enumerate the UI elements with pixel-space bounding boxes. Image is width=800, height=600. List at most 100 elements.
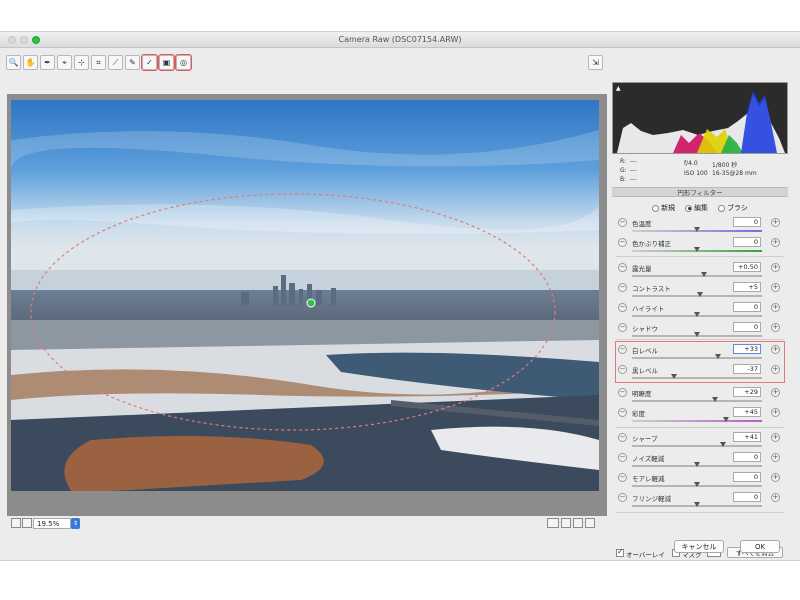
contrast-label: コントラスト xyxy=(632,285,671,293)
zoom-dropdown-icon[interactable]: ⇕ xyxy=(71,518,80,529)
clarity-slider[interactable] xyxy=(632,397,762,402)
sharpness-slider[interactable] xyxy=(632,442,762,447)
saturation-slider[interactable] xyxy=(632,417,762,422)
shadows-slider[interactable] xyxy=(632,332,762,337)
radial-filter-tool-icon[interactable]: ◎ xyxy=(175,54,192,71)
exposure-slider-thumb[interactable] xyxy=(700,272,707,277)
saturation-value-field[interactable]: +45 xyxy=(733,407,761,417)
slider-row-highlights: − ハイライト 0 + xyxy=(612,302,788,322)
increase-shadows-icon[interactable]: + xyxy=(771,323,780,332)
hand-tool-icon[interactable]: ✋ xyxy=(23,55,38,70)
mode-new-radio[interactable]: 新規 xyxy=(652,203,675,213)
mode-edit-radio[interactable]: 編集 xyxy=(685,203,708,213)
decrease-defringe-icon[interactable]: − xyxy=(618,493,627,502)
decrease-temp-icon[interactable]: − xyxy=(618,218,627,227)
increase-contrast-icon[interactable]: + xyxy=(771,283,780,292)
ok-button[interactable]: OK xyxy=(740,540,780,553)
shadows-value-field[interactable]: 0 xyxy=(733,322,761,332)
temp-slider[interactable] xyxy=(632,227,762,232)
increase-sharpness-icon[interactable]: + xyxy=(771,433,780,442)
cancel-button[interactable]: キャンセル xyxy=(674,540,724,553)
graduated-filter-tool-icon[interactable]: ▣ xyxy=(158,54,175,71)
highlights-value-field[interactable]: 0 xyxy=(733,302,761,312)
spot-removal-tool-icon[interactable]: ✎ xyxy=(125,55,140,70)
defringe-value-field[interactable]: 0 xyxy=(733,492,761,502)
highlights-slider[interactable] xyxy=(632,312,762,317)
decrease-highlights-icon[interactable]: − xyxy=(618,303,627,312)
contrast-slider[interactable] xyxy=(632,292,762,297)
copy-settings-icon[interactable] xyxy=(573,518,583,528)
toggle-defaults-icon[interactable] xyxy=(585,518,595,528)
increase-defringe-icon[interactable]: + xyxy=(771,493,780,502)
increase-moire-icon[interactable]: + xyxy=(771,473,780,482)
white-balance-tool-icon[interactable]: ✒ xyxy=(40,55,55,70)
slider-row-temp: − 色温度 0 + xyxy=(612,217,788,237)
decrease-moire-icon[interactable]: − xyxy=(618,473,627,482)
contrast-slider-thumb[interactable] xyxy=(696,292,703,297)
noise-slider[interactable] xyxy=(632,462,762,467)
decrease-exposure-icon[interactable]: − xyxy=(618,263,627,272)
crop-tool-icon[interactable]: ⌗ xyxy=(91,55,106,70)
decrease-noise-icon[interactable]: − xyxy=(618,453,627,462)
defringe-slider-thumb[interactable] xyxy=(694,502,700,507)
shadows-slider-thumb[interactable] xyxy=(694,332,700,337)
defringe-label: フリンジ軽減 xyxy=(632,495,671,503)
contrast-value-field[interactable]: +5 xyxy=(733,282,761,292)
exposure-value-field[interactable]: +0.50 xyxy=(733,262,761,272)
decrease-sharpness-icon[interactable]: − xyxy=(618,433,627,442)
slider-row-moire: − モアレ軽減 0 + xyxy=(612,472,788,492)
sharpness-slider-thumb[interactable] xyxy=(720,442,726,447)
sharpness-label: シャープ xyxy=(632,435,658,443)
highlights-label: ハイライト xyxy=(632,305,665,313)
zoom-in-icon[interactable] xyxy=(22,518,32,528)
decrease-clarity-icon[interactable]: − xyxy=(618,388,627,397)
increase-clarity-icon[interactable]: + xyxy=(771,388,780,397)
clipping-warning-icon[interactable]: ▲ xyxy=(616,85,621,92)
clarity-value-field[interactable]: +29 xyxy=(733,387,761,397)
increase-exposure-icon[interactable]: + xyxy=(771,263,780,272)
increase-temp-icon[interactable]: + xyxy=(771,218,780,227)
moire-slider[interactable] xyxy=(632,482,762,487)
open-preferences-icon[interactable]: ⇲ xyxy=(588,55,603,70)
decrease-saturation-icon[interactable]: − xyxy=(618,408,627,417)
noise-slider-thumb[interactable] xyxy=(694,462,700,467)
overlay-label: オーバーレイ xyxy=(626,551,665,559)
temp-slider-thumb[interactable] xyxy=(694,227,700,232)
moire-slider-thumb[interactable] xyxy=(694,482,700,487)
exposure-slider[interactable] xyxy=(632,272,762,277)
zoom-level-field[interactable]: 19.5% xyxy=(33,518,71,529)
noise-value-field[interactable]: 0 xyxy=(733,452,761,462)
increase-highlights-icon[interactable]: + xyxy=(771,303,780,312)
tint-slider[interactable] xyxy=(632,247,762,252)
temp-value-field[interactable]: 0 xyxy=(733,217,761,227)
decrease-contrast-icon[interactable]: − xyxy=(618,283,627,292)
clarity-slider-thumb[interactable] xyxy=(712,397,719,402)
defringe-slider[interactable] xyxy=(632,502,762,507)
camera-raw-window: Camera Raw (DSC07154.ARW) 🔍 ✋ ✒ ⌖ ⊹ ⌗ ⟋ ✎ ✓ ▣ ◎ ⇲ xyxy=(0,31,800,561)
highlights-slider-thumb[interactable] xyxy=(694,312,700,317)
tint-slider-thumb[interactable] xyxy=(694,247,700,252)
zoom-tool-icon[interactable]: 🔍 xyxy=(6,55,21,70)
increase-noise-icon[interactable]: + xyxy=(771,453,780,462)
photo-preview[interactable] xyxy=(11,100,599,491)
adjustment-brush-tool-icon[interactable]: ✓ xyxy=(141,54,158,71)
increase-tint-icon[interactable]: + xyxy=(771,238,780,247)
sharpness-value-field[interactable]: +41 xyxy=(733,432,761,442)
saturation-slider-thumb[interactable] xyxy=(722,417,729,422)
preview-area[interactable] xyxy=(7,94,607,516)
targeted-adjustment-tool-icon[interactable]: ⊹ xyxy=(74,55,89,70)
tint-value-field[interactable]: 0 xyxy=(733,237,761,247)
color-sampler-tool-icon[interactable]: ⌖ xyxy=(57,55,72,70)
mode-radio-group: 新規 編集 ブラシ xyxy=(612,202,788,214)
zoom-out-icon[interactable] xyxy=(11,518,21,528)
overlay-checkbox[interactable] xyxy=(616,547,624,557)
increase-saturation-icon[interactable]: + xyxy=(771,408,780,417)
mode-brush-radio[interactable]: ブラシ xyxy=(718,203,748,213)
decrease-shadows-icon[interactable]: − xyxy=(618,323,627,332)
moire-value-field[interactable]: 0 xyxy=(733,472,761,482)
section-divider xyxy=(616,427,784,428)
before-after-toggle-icon[interactable] xyxy=(547,518,559,528)
swap-settings-icon[interactable] xyxy=(561,518,571,528)
decrease-tint-icon[interactable]: − xyxy=(618,238,627,247)
straighten-tool-icon[interactable]: ⟋ xyxy=(108,55,123,70)
